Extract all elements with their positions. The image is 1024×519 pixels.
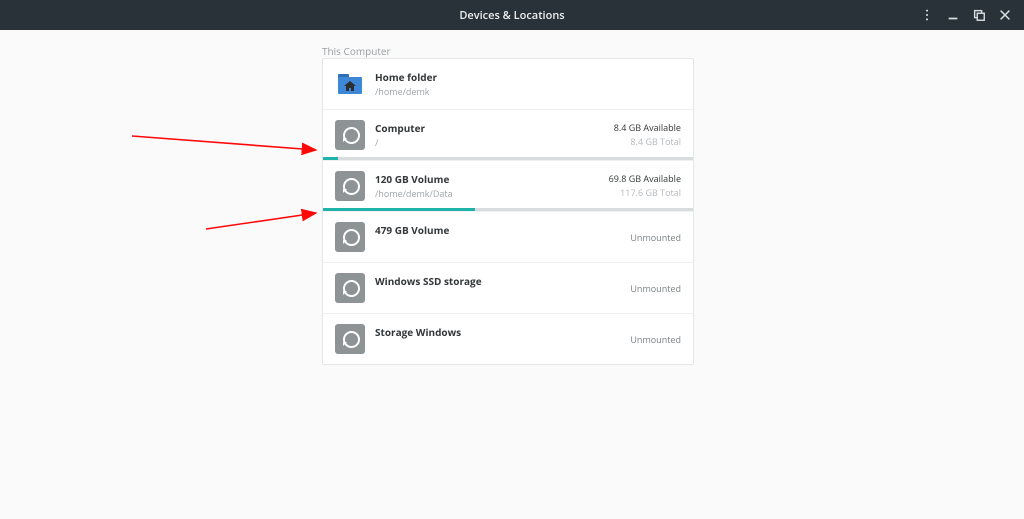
location-row-volume-479[interactable]: 479 GB Volume Unmounted bbox=[323, 212, 693, 263]
row-available: 69.8 GB Available bbox=[609, 172, 681, 185]
disk-icon bbox=[335, 273, 365, 303]
disk-icon bbox=[335, 324, 365, 354]
home-folder-icon bbox=[335, 69, 365, 99]
content-area: This Computer Home folder /home/demk Com… bbox=[0, 30, 1024, 519]
row-title: Windows SSD storage bbox=[375, 274, 630, 288]
row-stats: 8.4 GB Available 8.4 GB Total bbox=[614, 120, 681, 148]
row-text: Windows SSD storage bbox=[375, 273, 630, 288]
location-row-home[interactable]: Home folder /home/demk bbox=[323, 59, 693, 110]
row-total: 117.6 GB Total bbox=[609, 186, 681, 199]
location-row-storage-windows[interactable]: Storage Windows Unmounted bbox=[323, 314, 693, 364]
menu-icon[interactable] bbox=[918, 6, 936, 24]
close-icon[interactable] bbox=[996, 6, 1014, 24]
row-available: 8.4 GB Available bbox=[614, 121, 681, 134]
minimize-icon[interactable] bbox=[944, 6, 962, 24]
row-status: Unmounted bbox=[630, 231, 681, 244]
row-title: 120 GB Volume bbox=[375, 172, 609, 186]
row-title: Home folder bbox=[375, 70, 681, 84]
row-stats: 69.8 GB Available 117.6 GB Total bbox=[609, 171, 681, 199]
usage-bar bbox=[323, 157, 693, 160]
maximize-icon[interactable] bbox=[970, 6, 988, 24]
usage-bar bbox=[323, 208, 693, 211]
row-text: Computer / bbox=[375, 120, 614, 149]
usage-bar-fill bbox=[323, 208, 475, 211]
row-total: 8.4 GB Total bbox=[614, 135, 681, 148]
titlebar: Devices & Locations bbox=[0, 0, 1024, 30]
row-subtitle: / bbox=[375, 136, 614, 149]
disk-icon bbox=[335, 222, 365, 252]
disk-icon bbox=[335, 120, 365, 150]
window-title: Devices & Locations bbox=[459, 8, 564, 23]
annotation-arrow bbox=[206, 213, 316, 229]
row-text: Home folder /home/demk bbox=[375, 69, 681, 98]
row-subtitle: /home/demk bbox=[375, 85, 681, 98]
devices-panel: Home folder /home/demk Computer / 8.4 GB… bbox=[322, 58, 694, 365]
row-text: 479 GB Volume bbox=[375, 222, 630, 237]
usage-bar-fill bbox=[323, 157, 338, 160]
row-title: Computer bbox=[375, 121, 614, 135]
window-controls bbox=[918, 0, 1020, 30]
row-text: Storage Windows bbox=[375, 324, 630, 339]
row-title: Storage Windows bbox=[375, 325, 630, 339]
location-row-computer[interactable]: Computer / 8.4 GB Available 8.4 GB Total bbox=[323, 110, 693, 161]
row-status: Unmounted bbox=[630, 282, 681, 295]
section-label: This Computer bbox=[322, 44, 391, 58]
annotation-arrow bbox=[132, 136, 316, 150]
location-row-windows-ssd[interactable]: Windows SSD storage Unmounted bbox=[323, 263, 693, 314]
row-text: 120 GB Volume /home/demk/Data bbox=[375, 171, 609, 200]
location-row-volume-120[interactable]: 120 GB Volume /home/demk/Data 69.8 GB Av… bbox=[323, 161, 693, 212]
row-title: 479 GB Volume bbox=[375, 223, 630, 237]
row-status: Unmounted bbox=[630, 333, 681, 346]
disk-icon bbox=[335, 171, 365, 201]
row-subtitle: /home/demk/Data bbox=[375, 187, 609, 200]
